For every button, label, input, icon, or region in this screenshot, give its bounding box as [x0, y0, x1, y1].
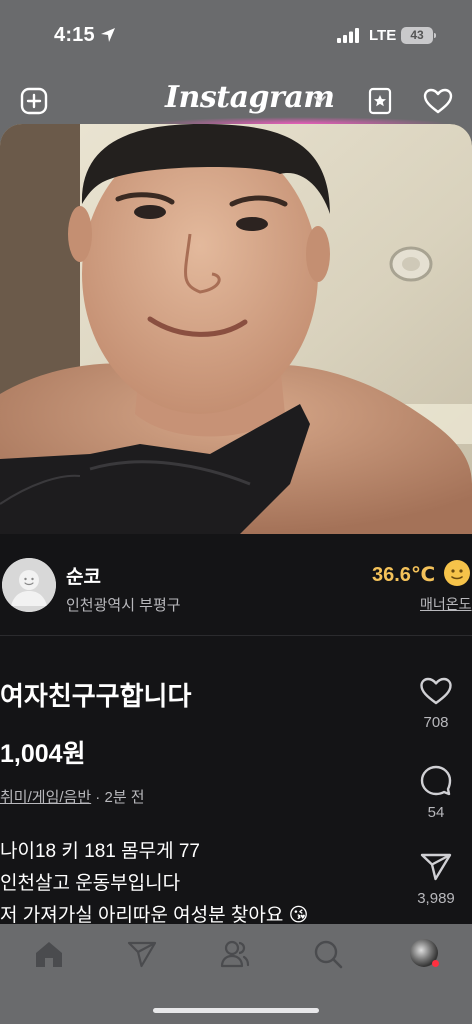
seller-location: 인천광역시 부평구 [66, 597, 181, 614]
post-title: 여자친구구합니다 [0, 681, 192, 711]
home-icon [36, 942, 62, 967]
category-link[interactable]: 취미/게임/음반 [0, 789, 91, 806]
description-line: 저 가져가실 아리따운 여성분 찾아요 😘 [0, 905, 309, 924]
default-avatar-icon [2, 558, 56, 612]
plus-square-icon [20, 87, 48, 115]
post-photo[interactable] [0, 124, 472, 534]
notification-dot [432, 960, 439, 967]
instagram-logo[interactable]: Instagram [165, 80, 335, 115]
comment-bubble-icon [420, 765, 452, 796]
share-button[interactable]: 3,989 [408, 852, 464, 907]
status-time: 4:15 [54, 24, 95, 46]
battery-icon: 43 [401, 27, 436, 44]
manner-temperature-link[interactable]: 매너온도 [420, 594, 472, 614]
cellular-signal-icon [337, 28, 359, 43]
tab-direct[interactable] [126, 938, 158, 970]
description-line: 나이18 키 181 몸무게 77 [0, 841, 200, 862]
home-indicator[interactable] [153, 1008, 319, 1013]
post-price: 1,004원 [0, 740, 86, 768]
post-card: 순코 인천광역시 부평구 36.6℃ 매너온도 여자친구구합니다 1,004원 … [0, 124, 472, 924]
like-button[interactable]: 708 [408, 676, 464, 731]
heart-icon [420, 677, 452, 705]
starred-news-icon [368, 87, 392, 115]
chevron-down-icon[interactable] [313, 93, 327, 107]
direct-icon [127, 941, 157, 968]
tab-search[interactable] [312, 938, 344, 970]
status-bar: 4:15 LTE 43 [0, 0, 472, 66]
description-line: 인천살고 운동부입니다 [0, 873, 181, 894]
activity-button[interactable] [423, 86, 453, 116]
seller-profile[interactable]: 순코 인천광역시 부평구 36.6℃ 매너온도 [0, 556, 472, 636]
friends-icon [220, 940, 250, 968]
manner-temperature: 36.6℃ [372, 564, 436, 586]
post-time: · 2분 전 [91, 789, 145, 806]
bottom-tab-bar [0, 924, 472, 1024]
tab-friends[interactable] [219, 938, 251, 970]
seller-avatar[interactable] [2, 558, 56, 612]
like-count: 708 [423, 714, 449, 731]
seller-name[interactable]: 순코 [66, 562, 101, 589]
share-count: 3,989 [417, 890, 455, 907]
search-icon [314, 940, 343, 969]
saved-button[interactable] [365, 86, 395, 116]
heart-icon [423, 88, 453, 114]
battery-level: 43 [410, 28, 424, 42]
comment-count: 54 [427, 804, 445, 821]
tab-home[interactable] [33, 938, 65, 970]
network-type: LTE [369, 27, 397, 44]
comment-button[interactable]: 54 [408, 764, 464, 821]
create-post-button[interactable] [19, 86, 49, 116]
paper-plane-icon [420, 853, 452, 881]
phone-screen: 4:15 LTE 43 Instagram 순코 인천광역시 부평구 36.6℃… [0, 0, 472, 1024]
location-arrow-icon [101, 28, 115, 42]
smiley-face-icon [444, 560, 470, 586]
post-meta: 취미/게임/음반 · 2분 전 [0, 786, 145, 807]
post-description: 나이18 키 181 몸무게 77 인천살고 운동부입니다 저 가져가실 아리따… [0, 836, 308, 924]
